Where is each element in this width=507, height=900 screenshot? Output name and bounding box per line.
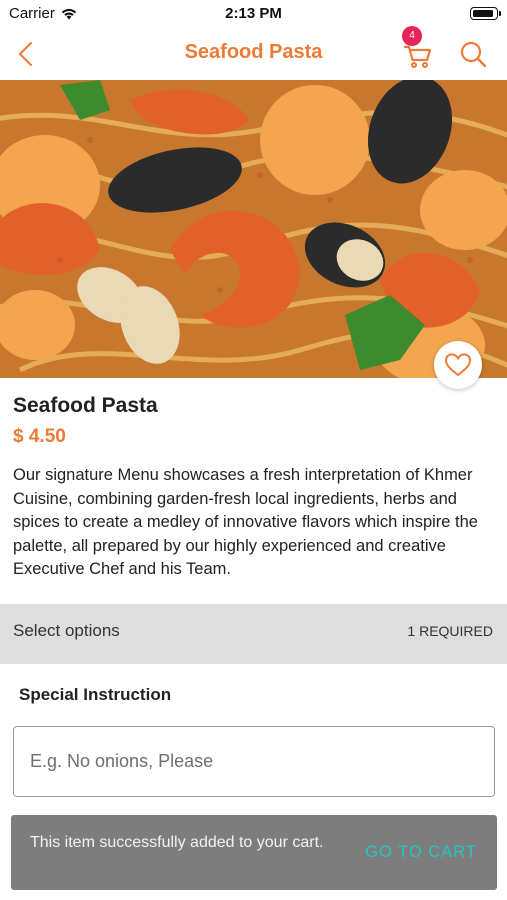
heart-icon	[444, 353, 472, 377]
special-instruction-title: Special Instruction	[19, 685, 172, 704]
cart-count-badge: 4	[402, 26, 422, 46]
search-button[interactable]	[457, 38, 489, 70]
product-description: Our signature Menu showcases a fresh int…	[13, 466, 478, 578]
snackbar-message: This item successfully added to your car…	[30, 834, 324, 851]
product-name: Seafood Pasta	[13, 394, 158, 417]
added-to-cart-snackbar: This item successfully added to your car…	[11, 815, 497, 890]
status-time: 2:13 PM	[225, 5, 282, 22]
select-options-label: Select options	[13, 621, 120, 640]
product-image	[0, 80, 507, 378]
required-count-label: 1 REQUIRED	[407, 623, 493, 639]
special-instruction-input[interactable]	[13, 726, 495, 797]
status-bar: Carrier 2:13 PM	[0, 0, 507, 28]
favorite-button[interactable]	[434, 341, 482, 389]
battery-icon	[470, 7, 501, 20]
product-price: $ 4.50	[13, 426, 66, 447]
search-icon	[460, 41, 487, 68]
select-options-section[interactable]: Select options 1 REQUIRED	[0, 604, 507, 664]
go-to-cart-button[interactable]: GO TO CART	[365, 843, 477, 862]
navigation-bar: Seafood Pasta 4	[0, 26, 507, 80]
